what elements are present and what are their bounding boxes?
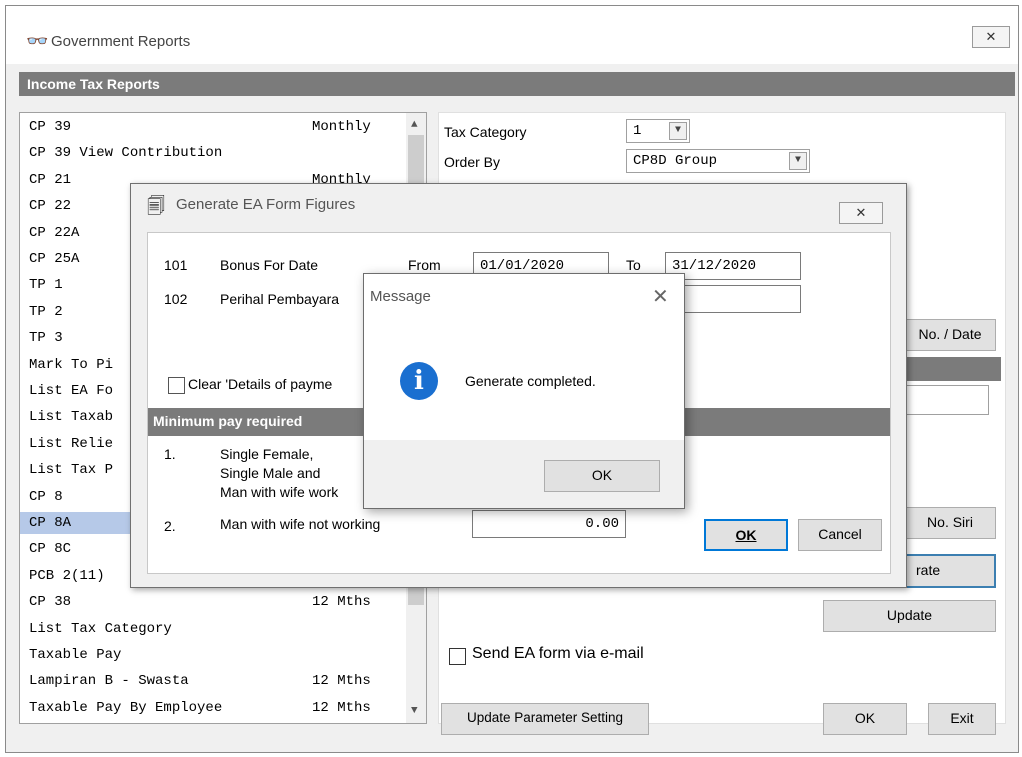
- generate-dialog-title-bar: 🗐 Generate EA Form Figures ✕: [131, 184, 906, 224]
- list-item-name: CP 8A: [29, 515, 72, 531]
- list-item-name: TP 1: [29, 277, 63, 294]
- order-by-label: Order By: [444, 154, 501, 170]
- tax-category-select[interactable]: 1 ▼: [626, 119, 690, 143]
- scroll-up-icon[interactable]: ▲: [411, 119, 418, 131]
- right-header-bar: [904, 357, 1001, 381]
- list-item-name: List EA Fo: [29, 383, 114, 399]
- ok-button[interactable]: OK: [823, 703, 907, 735]
- exit-button[interactable]: Exit: [928, 703, 996, 735]
- list-item-name: CP 22A: [29, 224, 80, 241]
- list-item-name: List Taxab: [29, 409, 114, 426]
- list-item-name: CP 38: [29, 594, 72, 611]
- message-dialog: Message ✕ i Generate completed. OK: [363, 273, 685, 509]
- item1-number: 1.: [164, 446, 176, 462]
- to-date-input[interactable]: 31/12/2020: [665, 252, 801, 280]
- perihal-pembayaran-input[interactable]: .: [665, 285, 801, 313]
- row1-code: 101: [164, 257, 188, 273]
- list-item-name: Taxable Pay: [29, 647, 122, 663]
- generate-dialog-close-button[interactable]: ✕: [839, 202, 883, 224]
- list-item-name: Mark To Pi: [29, 356, 114, 373]
- glasses-icon: 👓: [26, 31, 49, 51]
- no-siri-button[interactable]: No. Siri: [904, 507, 996, 539]
- section-header: Income Tax Reports: [19, 72, 1015, 96]
- row2-code: 102: [164, 291, 188, 307]
- list-item-name: CP 8C: [29, 541, 72, 558]
- message-close-icon[interactable]: ✕: [652, 284, 669, 309]
- list-item[interactable]: CP 39 Monthly: [20, 116, 407, 138]
- list-item-name: CP 22: [29, 198, 72, 215]
- item1-line3: Man with wife work: [220, 484, 339, 500]
- generate-dialog-title: Generate EA Form Figures: [176, 196, 356, 213]
- right-input-field[interactable]: [904, 385, 989, 415]
- list-item-name: CP 39 View Contribution: [29, 145, 223, 162]
- update-button[interactable]: Update: [823, 600, 996, 632]
- list-item-name: CP 25A: [29, 251, 80, 267]
- message-ok-button[interactable]: OK: [544, 460, 660, 492]
- clear-details-label: Clear 'Details of payme: [188, 376, 333, 392]
- update-parameter-setting-button[interactable]: Update Parameter Setting: [441, 703, 649, 735]
- list-item-name: List Tax Category: [29, 620, 172, 637]
- message-text: Generate completed.: [465, 373, 596, 389]
- list-item[interactable]: List Tax Category: [20, 618, 407, 640]
- list-item-name: Taxable Pay By Employee: [29, 699, 223, 716]
- item2-number: 2.: [164, 518, 176, 534]
- message-title: Message: [370, 288, 431, 305]
- main-title-bar: 👓 Government Reports ✕: [6, 6, 1018, 64]
- item1-line1: Single Female,: [220, 446, 314, 462]
- perihal-pembayaran-label: Perihal Pembayara: [220, 291, 340, 307]
- tax-category-label: Tax Category: [444, 124, 527, 140]
- info-icon: i: [400, 362, 438, 400]
- main-window-title: Government Reports: [51, 33, 191, 50]
- list-item-name: List Relie: [29, 435, 114, 452]
- list-item-name: TP 3: [29, 330, 63, 347]
- chevron-down-icon: ▼: [669, 122, 687, 140]
- list-item-frequency: 12 Mths: [312, 594, 371, 611]
- no-date-button[interactable]: No. / Date: [904, 319, 996, 351]
- generate-cancel-button[interactable]: Cancel: [798, 519, 882, 551]
- send-ea-checkbox[interactable]: [449, 648, 466, 665]
- generate-button[interactable]: rate: [904, 554, 996, 588]
- list-item[interactable]: Lampiran B - Swasta 12 Mths: [20, 670, 407, 692]
- clear-details-checkbox[interactable]: [168, 377, 185, 394]
- list-item-name: CP 8: [29, 488, 63, 505]
- order-by-select[interactable]: CP8D Group ▼: [626, 149, 810, 173]
- list-item[interactable]: Taxable Pay: [20, 644, 407, 666]
- scroll-down-icon[interactable]: ▼: [411, 705, 418, 717]
- list-item-frequency: Monthly: [312, 119, 371, 135]
- item2-label: Man with wife not working: [220, 516, 381, 532]
- list-item[interactable]: CP 38 12 Mths: [20, 591, 407, 613]
- generate-ok-button[interactable]: OK: [704, 519, 788, 551]
- item1-line2: Single Male and: [220, 465, 321, 481]
- from-label: From: [408, 257, 441, 273]
- tax-category-value: 1: [633, 123, 642, 139]
- main-close-button[interactable]: ✕: [972, 26, 1010, 48]
- list-item-name: PCB 2(11): [29, 567, 105, 584]
- send-ea-label: Send EA form via e-mail: [472, 645, 644, 662]
- list-item-name: List Tax P: [29, 462, 114, 479]
- bonus-for-date-label: Bonus For Date: [220, 257, 319, 273]
- list-item-frequency: 12 Mths: [312, 699, 371, 716]
- list-item-name: CP 21: [29, 171, 72, 188]
- form-icon: 🗐: [147, 196, 165, 216]
- list-item[interactable]: Taxable Pay By Employee 12 Mths: [20, 697, 407, 719]
- chevron-down-icon: ▼: [789, 152, 807, 170]
- message-footer: OK: [364, 440, 684, 508]
- list-item[interactable]: CP 39 View Contribution: [20, 142, 407, 164]
- list-item-name: Lampiran B - Swasta: [29, 673, 189, 690]
- list-item-frequency: 12 Mths: [312, 673, 371, 690]
- list-item-name: CP 39: [29, 119, 72, 135]
- to-label: To: [626, 257, 641, 273]
- list-item-name: TP 2: [29, 303, 63, 320]
- item2-amount-input[interactable]: 0.00: [472, 510, 626, 538]
- order-by-value: CP8D Group: [633, 153, 718, 169]
